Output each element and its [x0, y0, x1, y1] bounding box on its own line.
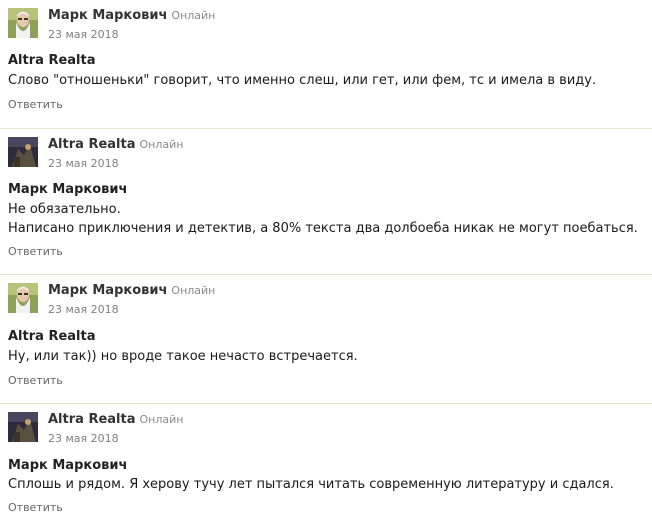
reply-link[interactable]: Ответить: [8, 98, 63, 111]
comment-author[interactable]: Altra Realta Онлайн: [48, 412, 183, 427]
reply-link[interactable]: Ответить: [8, 374, 63, 387]
comment: Altra Realta Онлайн 23 мая 2018 Марк Марк…: [0, 128, 652, 274]
reply-to-name: Марк Маркович: [8, 182, 128, 197]
author-name[interactable]: Altra Realta: [48, 412, 135, 427]
author-name[interactable]: Altra Realta: [48, 137, 135, 152]
comment-author[interactable]: Марк Маркович Онлайн: [48, 283, 215, 298]
comment: Марк Маркович Онлайн 23 мая 2018 Altra Re…: [0, 274, 652, 403]
mark-avatar-icon: [8, 8, 38, 38]
comment-text-line: Ну, или так)) но вроде такое нечасто вст…: [8, 349, 358, 364]
comment-thread: Марк Маркович Онлайн 23 мая 2018 Altra Re…: [0, 0, 652, 522]
online-status: Онлайн: [171, 9, 216, 22]
online-status: Онлайн: [139, 413, 184, 426]
author-name[interactable]: Марк Маркович: [48, 283, 167, 298]
avatar[interactable]: [8, 412, 38, 442]
comment-date: 23 мая 2018: [48, 28, 119, 41]
online-status: Онлайн: [139, 138, 184, 151]
comment-date: 23 мая 2018: [48, 432, 119, 445]
comment: Марк Маркович Онлайн 23 мая 2018 Altra Re…: [0, 0, 652, 128]
avatar[interactable]: [8, 283, 38, 313]
mark-avatar-icon: [8, 283, 38, 313]
comment-date: 23 мая 2018: [48, 303, 119, 316]
reply-link[interactable]: Ответить: [8, 501, 63, 514]
altra-avatar-icon: [8, 137, 38, 167]
comment-date: 23 мая 2018: [48, 157, 119, 170]
reply-to-name: Марк Маркович: [8, 458, 128, 473]
online-status: Онлайн: [171, 284, 216, 297]
comment: Altra Realta Онлайн 23 мая 2018 Марк Марк…: [0, 403, 652, 522]
comment-text-line: Написано приключения и детектив, а 80% т…: [8, 221, 638, 236]
comment-author[interactable]: Марк Маркович Онлайн: [48, 8, 215, 23]
reply-to-name: Altra Realta: [8, 329, 96, 344]
comment-author[interactable]: Altra Realta Онлайн: [48, 137, 183, 152]
avatar[interactable]: [8, 137, 38, 167]
author-name[interactable]: Марк Маркович: [48, 8, 167, 23]
comment-text-line: Слово "отношеньки" говорит, что именно с…: [8, 73, 597, 88]
altra-avatar-icon: [8, 412, 38, 442]
reply-to-name: Altra Realta: [8, 53, 96, 68]
reply-link[interactable]: Ответить: [8, 245, 63, 258]
avatar[interactable]: [8, 8, 38, 38]
comment-text-line: Сплошь и рядом. Я херову тучу лет пыталс…: [8, 477, 614, 492]
comment-text-line: Не обязательно.: [8, 202, 121, 217]
